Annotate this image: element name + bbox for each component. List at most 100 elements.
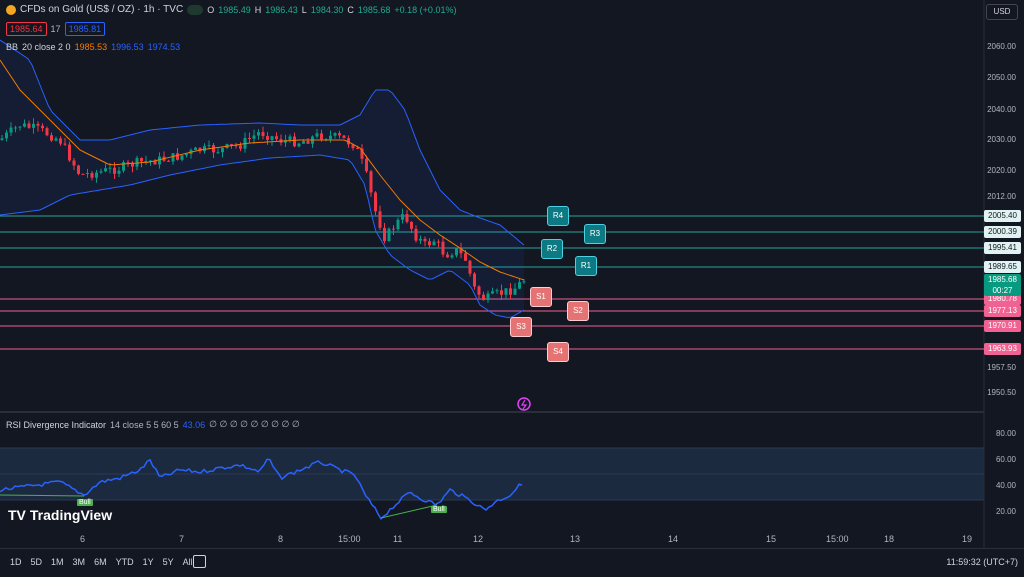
rsi-legend[interactable]: RSI Divergence Indicator 14 close 5 5 60… [6, 419, 300, 430]
timeframe-button-1d[interactable]: 1D [10, 557, 22, 567]
pivot-r4[interactable]: R4 [547, 206, 569, 226]
candle-body [81, 173, 85, 175]
candle-body [486, 293, 490, 301]
candle-body [261, 132, 265, 137]
current-price-tag: 1985.68 00:27 [984, 274, 1021, 296]
candle-body [239, 145, 242, 149]
candle-body [320, 133, 323, 140]
ohlc-o: 1985.49 [218, 4, 251, 15]
level-tag-resistance: 1989.65 [984, 261, 1021, 273]
candle-body [302, 141, 305, 144]
level-tag-support: 1970.91 [984, 320, 1021, 332]
candle-body [72, 160, 76, 166]
candle-body [378, 211, 382, 228]
rsi-bull-label-1: Bull [77, 499, 93, 506]
bb-lower-value: 1974.53 [147, 42, 181, 52]
candle-body [522, 281, 526, 283]
candle-body [221, 147, 224, 153]
timeframe-button-5d[interactable]: 5D [31, 557, 43, 567]
timeframe-button-ytd[interactable]: YTD [116, 557, 134, 567]
candle-body [450, 255, 454, 258]
candle-body [36, 123, 40, 126]
level-tag-resistance: 2005.40 [984, 210, 1021, 222]
timeframe-button-5y[interactable]: 5Y [163, 557, 174, 567]
candle-body [108, 167, 112, 169]
candle-body [509, 288, 512, 295]
candle-body [194, 147, 197, 151]
time-axis-label: 15:00 [826, 534, 849, 544]
timeframe-button-1y[interactable]: 1Y [143, 557, 154, 567]
candle-body [32, 123, 35, 128]
candle-body [482, 294, 485, 301]
candle-body [392, 228, 395, 230]
candle-body [18, 126, 22, 128]
bb-basis-value: 1985.53 [74, 42, 108, 52]
candle-body [27, 123, 31, 128]
candle-body [171, 153, 175, 162]
candle-body [477, 286, 481, 295]
candle-body [203, 146, 206, 152]
candle-body [207, 145, 211, 147]
candle-body [45, 128, 49, 136]
candle-body [293, 136, 296, 147]
price-axis-label: 2050.00 [987, 73, 1016, 82]
candle-body [338, 133, 341, 136]
candle-body [113, 167, 116, 174]
price-axis-label: 2060.00 [987, 42, 1016, 51]
candle-body [104, 168, 107, 172]
candle-body [288, 136, 292, 140]
symbol-title[interactable]: CFDs on Gold (US$ / OZ) · 1h · TVC [20, 4, 183, 15]
price-chart[interactable] [0, 0, 1024, 576]
candle-body [329, 135, 332, 140]
pivot-r1[interactable]: R1 [575, 256, 597, 276]
time-axis-label: 14 [668, 534, 679, 544]
timeframe-button-1m[interactable]: 1M [51, 557, 64, 567]
buy-button[interactable]: 1985.81 [64, 22, 106, 36]
rsi-null-values: ∅ ∅ ∅ ∅ ∅ ∅ ∅ ∅ ∅ [209, 419, 300, 429]
candle-body [387, 228, 391, 242]
ohlc-l: 1984.30 [310, 4, 344, 15]
clock[interactable]: 11:59:32 (UTC+7) [946, 557, 1018, 567]
spread-value: 17 [50, 24, 61, 34]
bb-legend[interactable]: BB 20 close 2 0 1985.53 1996.53 1974.53 [6, 42, 180, 52]
time-axis-label: 11 [393, 534, 403, 544]
time-axis-label: 19 [962, 534, 973, 544]
pivot-r3[interactable]: R3 [584, 224, 606, 244]
candle-body [216, 152, 220, 154]
pivot-s4[interactable]: S4 [547, 342, 569, 362]
symbol-legend: CFDs on Gold (US$ / OZ) · 1h · TVC O 1985… [6, 4, 456, 15]
candle-body [257, 132, 260, 136]
pivot-s3[interactable]: S3 [510, 317, 532, 337]
pivot-r2[interactable]: R2 [541, 239, 563, 259]
candle-body [252, 135, 256, 139]
sell-button[interactable]: 1985.64 [6, 22, 47, 36]
candle-body [135, 157, 139, 167]
currency-button[interactable]: USD [986, 4, 1018, 20]
trade-box: 1985.64 17 1985.81 [6, 22, 106, 36]
candle-body [117, 170, 121, 174]
candle-body [419, 238, 422, 241]
candle-body [414, 228, 418, 241]
rsi-axis-label: 60.00 [995, 455, 1016, 464]
bb-upper-value: 1996.53 [111, 42, 144, 52]
pivot-s1[interactable]: S1 [530, 287, 552, 307]
pivot-s2[interactable]: S2 [567, 301, 589, 321]
candle-body [365, 158, 368, 172]
candle-body [126, 162, 130, 164]
ohlc-c: 1985.68 [357, 4, 391, 15]
candle-body [86, 172, 89, 175]
candle-body [401, 214, 404, 220]
time-axis-label: 15 [766, 534, 777, 544]
timeframe-button-3m[interactable]: 3M [73, 557, 86, 567]
tradingview-logo[interactable]: TV TradingView [8, 507, 112, 523]
price-axis-label: 1957.50 [987, 363, 1016, 372]
candle-body [63, 143, 67, 145]
timeframe-button-6m[interactable]: 6M [94, 557, 107, 567]
date-range-icon[interactable] [193, 555, 206, 568]
time-axis-label: 6 [80, 534, 86, 544]
timeframe-button-all[interactable]: All [183, 557, 193, 567]
gold-icon [6, 4, 16, 15]
candle-body [495, 290, 499, 292]
rsi-axis-label: 80.00 [995, 429, 1016, 438]
candle-body [270, 136, 274, 140]
